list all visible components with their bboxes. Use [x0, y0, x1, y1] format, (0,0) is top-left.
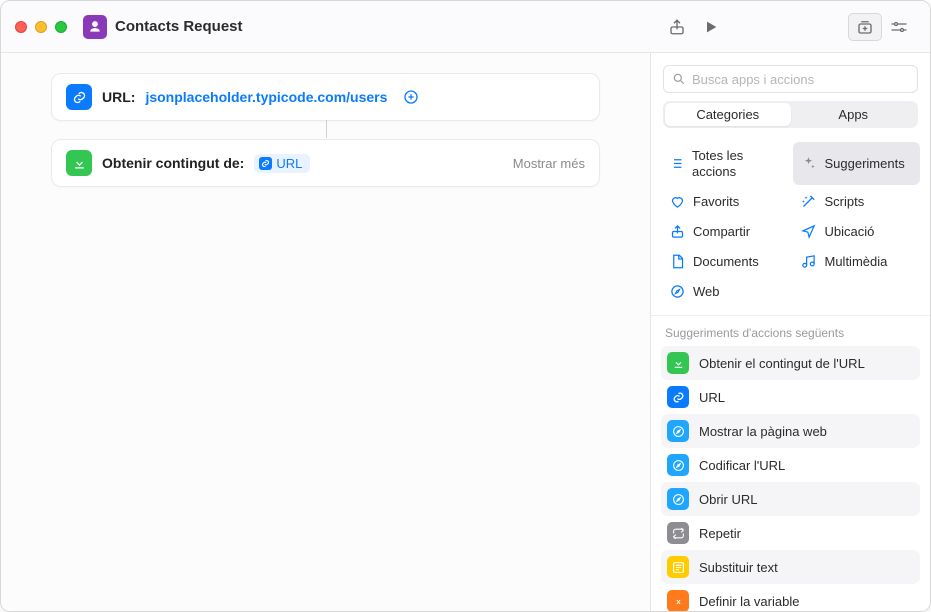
window-body: URL: jsonplaceholder.typicode.com/users …: [1, 53, 930, 611]
titlebar: Contacts Request: [1, 1, 930, 53]
url-action-card[interactable]: URL: jsonplaceholder.typicode.com/users: [51, 73, 600, 121]
var-icon: x: [667, 590, 689, 611]
url-action-label: URL:: [102, 89, 135, 105]
close-window-button[interactable]: [15, 21, 27, 33]
document-icon: [669, 253, 685, 269]
wand-icon: [801, 193, 817, 209]
get-contents-action-card[interactable]: Obtenir contingut de: URL Mostrar més: [51, 139, 600, 187]
suggestion-label: Mostrar la pàgina web: [699, 424, 827, 439]
library-toggle-button[interactable]: [848, 13, 882, 41]
download-icon: [66, 150, 92, 176]
category-share[interactable]: Compartir: [661, 217, 789, 245]
suggestion-label: Repetir: [699, 526, 741, 541]
variable-token-label: URL: [276, 156, 302, 171]
zoom-window-button[interactable]: [55, 21, 67, 33]
safari-icon: [667, 420, 689, 442]
safari-icon: [669, 283, 685, 299]
suggestion-label: Obrir URL: [699, 492, 758, 507]
link-icon: [667, 386, 689, 408]
location-icon: [801, 223, 817, 239]
suggestion-item[interactable]: Repetir: [661, 516, 920, 550]
minimize-window-button[interactable]: [35, 21, 47, 33]
suggestion-item[interactable]: URL: [661, 380, 920, 414]
workflow-canvas[interactable]: URL: jsonplaceholder.typicode.com/users …: [1, 53, 650, 611]
share-icon: [669, 223, 685, 239]
categories-grid: Totes les accions Suggeriments Favorits …: [651, 138, 930, 316]
search-box[interactable]: [663, 65, 918, 93]
category-media[interactable]: Multimèdia: [793, 247, 921, 275]
category-scripts[interactable]: Scripts: [793, 187, 921, 215]
category-all-actions[interactable]: Totes les accions: [661, 142, 789, 185]
safari-icon: [667, 454, 689, 476]
category-documents[interactable]: Documents: [661, 247, 789, 275]
category-suggestions[interactable]: Suggeriments: [793, 142, 921, 185]
tab-apps[interactable]: Apps: [791, 103, 917, 126]
suggestion-label: URL: [699, 390, 725, 405]
category-label: Compartir: [693, 224, 750, 239]
actions-sidebar: Categories Apps Totes les accions Sugger…: [650, 53, 930, 611]
category-label: Totes les accions: [692, 148, 781, 179]
svg-text:x: x: [676, 597, 681, 606]
settings-button[interactable]: [882, 13, 916, 41]
repeat-icon: [667, 522, 689, 544]
show-more-button[interactable]: Mostrar més: [513, 156, 585, 171]
suggestion-label: Codificar l'URL: [699, 458, 785, 473]
suggestions-list: Obtenir el contingut de l'URL URL Mostrar …: [651, 346, 930, 611]
suggestion-item[interactable]: Obtenir el contingut de l'URL: [661, 346, 920, 380]
search-input[interactable]: [692, 72, 909, 87]
share-button[interactable]: [660, 13, 694, 41]
category-label: Web: [693, 284, 720, 299]
category-location[interactable]: Ubicació: [793, 217, 921, 245]
music-icon: [801, 253, 817, 269]
download-icon: [667, 352, 689, 374]
suggestion-item[interactable]: Substituir text: [661, 550, 920, 584]
category-label: Documents: [693, 254, 759, 269]
window-title: Contacts Request: [115, 18, 243, 35]
suggestion-item[interactable]: Obrir URL: [661, 482, 920, 516]
app-window: Contacts Request URL: jsonplaceholder.ty…: [0, 0, 931, 612]
segmented-control: Categories Apps: [663, 101, 918, 128]
category-label: Suggeriments: [825, 156, 905, 171]
window-controls: [15, 21, 67, 33]
category-label: Multimèdia: [825, 254, 888, 269]
category-web[interactable]: Web: [661, 277, 789, 305]
link-token-icon: [259, 157, 272, 170]
get-contents-label: Obtenir contingut de:: [102, 155, 244, 171]
tab-categories[interactable]: Categories: [665, 103, 791, 126]
category-label: Ubicació: [825, 224, 875, 239]
url-action-value[interactable]: jsonplaceholder.typicode.com/users: [145, 89, 387, 105]
variable-token[interactable]: URL: [254, 154, 310, 173]
category-label: Scripts: [825, 194, 865, 209]
suggestion-item[interactable]: x Definir la variable: [661, 584, 920, 611]
add-url-button[interactable]: [403, 89, 419, 105]
text-icon: [667, 556, 689, 578]
suggestion-item[interactable]: Codificar l'URL: [661, 448, 920, 482]
category-label: Favorits: [693, 194, 739, 209]
link-icon: [66, 84, 92, 110]
search-icon: [672, 72, 686, 86]
suggestion-label: Definir la variable: [699, 594, 799, 609]
category-favorites[interactable]: Favorits: [661, 187, 789, 215]
suggestion-item[interactable]: Mostrar la pàgina web: [661, 414, 920, 448]
heart-icon: [669, 193, 685, 209]
list-icon: [669, 156, 684, 172]
run-button[interactable]: [694, 13, 728, 41]
suggestions-header: Suggeriments d'accions següents: [651, 316, 930, 346]
suggestion-label: Substituir text: [699, 560, 778, 575]
shortcut-icon: [83, 15, 107, 39]
safari-icon: [667, 488, 689, 510]
sparkle-icon: [801, 156, 817, 172]
suggestion-label: Obtenir el contingut de l'URL: [699, 356, 865, 371]
